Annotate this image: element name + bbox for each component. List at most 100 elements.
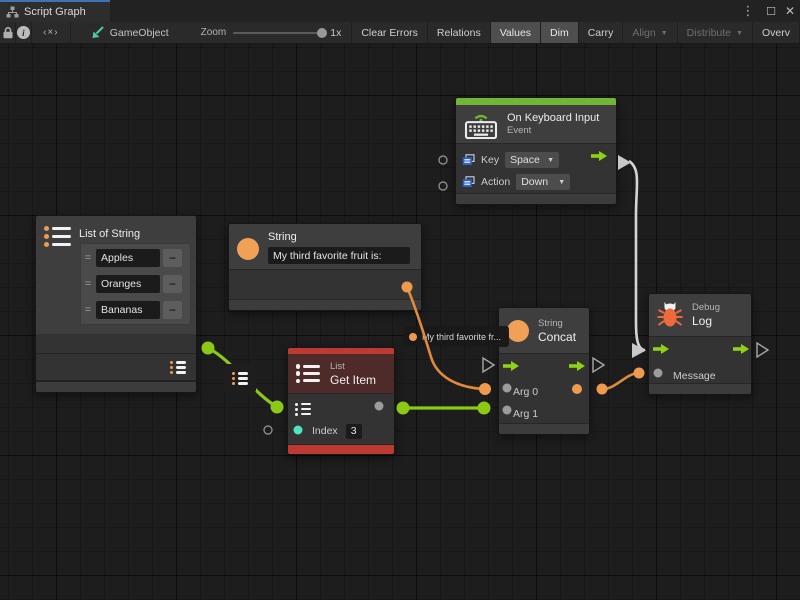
flow-output-port[interactable] [569,361,585,371]
list-item-row: = Apples − [83,245,188,271]
close-icon[interactable]: ✕ [781,0,799,22]
node-header: String Concat [499,308,589,353]
clear-errors-button[interactable]: Clear Errors [351,22,427,43]
lock-icon [2,26,14,39]
zoom-slider[interactable] [233,32,323,34]
list-icon [232,372,248,385]
node-body: Key Space▼ Action Down▼ [456,143,616,193]
unconnected-port-circle [439,156,447,164]
scene-variable-icon [462,154,475,166]
action-port-label: Action [481,176,510,188]
dim-button[interactable]: Dim [540,22,578,43]
node-header: List of String = Apples − = Oranges − = [36,216,196,334]
node-footer [649,383,751,394]
info-icon: i [17,26,30,39]
remove-item-button[interactable]: − [163,249,182,267]
wire-endpoint-dot[interactable] [271,401,284,414]
list-input-port-icon[interactable] [295,403,311,416]
window-menu-icon[interactable]: ⋮ [739,0,757,22]
wire-endpoint-dot[interactable] [634,368,645,379]
node-on-keyboard-input[interactable]: On Keyboard Input Event Key Space▼ [455,97,617,205]
wire-value-tooltip: My third favorite fr... [403,326,509,347]
tab-strip: Script Graph ⋮ ☐ ✕ [0,0,800,22]
node-header: List Get Item [288,354,394,393]
node-header: Debug Log [649,294,751,336]
carry-button[interactable]: Carry [578,22,623,43]
graph-canvas[interactable]: On Keyboard Input Event Key Space▼ [0,44,800,600]
flow-output-port[interactable] [591,151,607,161]
node-subtitle: Event [507,125,599,137]
tab-script-graph[interactable]: Script Graph [0,0,110,22]
align-button: Align▼ [622,22,676,43]
lock-button[interactable] [0,22,15,43]
list-icon [296,364,320,383]
error-color-strip [288,444,394,454]
node-concat[interactable]: String Concat Arg 0 Arg 1 [498,307,590,435]
message-port-label: Message [673,370,716,382]
string-value-field[interactable]: My third favorite fruit is: [268,247,410,264]
node-category: String [538,318,576,330]
node-debug-log[interactable]: Debug Log Message [648,293,752,395]
wire-flow-keyboard-to-log[interactable] [629,161,645,350]
drag-handle-icon[interactable]: = [83,252,93,264]
string-type-icon [507,320,529,342]
remove-item-button[interactable]: − [163,275,182,293]
edit-code-button[interactable]: ‹×› [32,22,71,43]
list-icon [44,226,71,247]
gameobject-selector[interactable]: GameObject [91,22,169,43]
arg0-port-label: Arg 0 [513,386,538,398]
list-item-field[interactable]: Oranges [96,275,160,293]
node-list-of-string[interactable]: List of String = Apples − = Oranges − = [35,215,197,393]
node-title: Log [692,314,720,328]
flow-input-indicator-triangle [483,358,494,372]
graph-toolbar: i ‹×› GameObject Zoom 1x Clear Errors Re… [0,22,800,44]
flow-output-indicator-triangle [593,358,604,372]
info-button[interactable]: i [16,22,31,43]
string-type-icon [237,238,259,260]
code-icon: ‹×› [43,27,59,38]
gameobject-label: GameObject [110,27,169,39]
flow-output-port[interactable] [733,344,749,354]
list-item-field[interactable]: Apples [96,249,160,267]
wire-concat-to-log[interactable] [602,373,639,389]
node-get-item[interactable]: List Get Item Index 3 [287,347,395,455]
node-body: Message [649,336,751,383]
drag-handle-icon[interactable]: = [83,304,93,316]
node-title: On Keyboard Input [507,112,599,125]
distribute-button: Distribute▼ [677,22,752,43]
values-button[interactable]: Values [490,22,540,43]
wire-endpoint-dot[interactable] [397,402,410,415]
string-value-dot [409,333,417,341]
script-graph-window: Script Graph ⋮ ☐ ✕ i ‹×› GameObject [0,0,800,600]
node-category: List [330,361,376,373]
relations-button[interactable]: Relations [427,22,490,43]
index-port-label: Index [312,425,338,437]
node-title: List of String [79,228,140,241]
action-dropdown[interactable]: Down▼ [516,174,570,190]
index-value-field[interactable]: 3 [346,424,362,439]
zoom-slider-handle[interactable] [317,28,327,38]
wire-endpoint-dot[interactable] [597,384,608,395]
node-body [229,269,421,299]
node-string-literal[interactable]: String My third favorite fruit is: [228,223,422,311]
wire-endpoint-dot[interactable] [478,402,491,415]
node-footer [229,299,421,310]
dropdown-arrow-icon: ▼ [661,30,668,37]
bug-icon [657,301,683,329]
list-output-port-icon[interactable] [170,361,186,374]
node-body: Arg 0 Arg 1 [499,353,589,423]
key-dropdown[interactable]: Space▼ [505,152,559,168]
wire-endpoint-dot[interactable] [479,383,491,395]
overview-button[interactable]: Overv [752,22,800,43]
remove-item-button[interactable]: − [163,301,182,319]
key-port-label: Key [481,154,499,166]
flow-input-port[interactable] [503,361,519,371]
flow-input-port[interactable] [653,344,669,354]
drag-handle-icon[interactable]: = [83,278,93,290]
node-footer [36,380,196,392]
maximize-icon[interactable]: ☐ [762,0,780,22]
wire-endpoint-dot[interactable] [202,342,215,355]
wire-value-text: My third favorite fr... [422,332,501,342]
node-category: Debug [692,302,720,314]
list-item-field[interactable]: Bananas [96,301,160,319]
